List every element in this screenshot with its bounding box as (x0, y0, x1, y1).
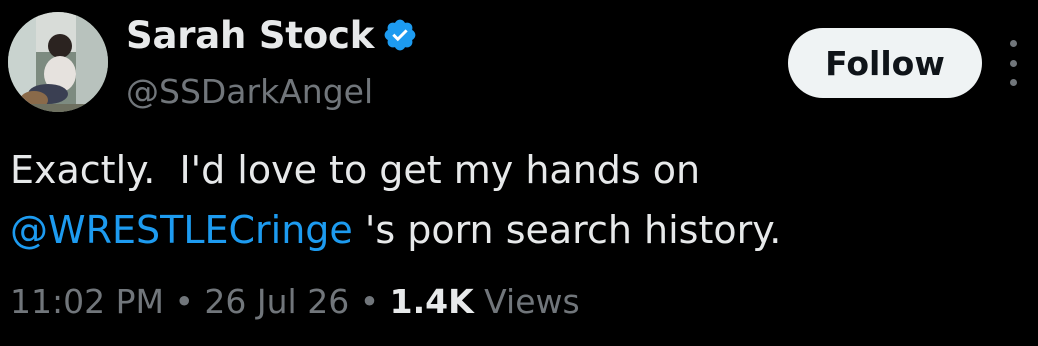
verified-badge-icon (384, 19, 416, 51)
avatar-photo (8, 12, 108, 112)
tweet-text: Exactly. I'd love to get my hands on @WR… (10, 140, 1020, 260)
tweet-card: Sarah Stock @SSDarkAngel Follow Exactly.… (0, 0, 1038, 346)
tweet-time[interactable]: 11:02 PM (10, 282, 164, 321)
tweet-meta: 11:02 PM • 26 Jul 26 • 1.4K Views (10, 282, 580, 321)
tweet-text-line1: Exactly. I'd love to get my hands on (10, 148, 701, 192)
author-display-name[interactable]: Sarah Stock (126, 14, 374, 57)
author-name-row: Sarah Stock (126, 12, 418, 58)
author-handle[interactable]: @SSDarkAngel (126, 72, 373, 111)
meta-separator: • (163, 282, 205, 321)
follow-button[interactable]: Follow (788, 28, 982, 98)
more-options-icon[interactable] (1000, 40, 1026, 86)
meta-separator: • (349, 282, 390, 321)
tweet-text-rest: 's porn search history. (352, 208, 782, 252)
more-dot (1009, 40, 1017, 47)
views-label: Views (473, 282, 580, 321)
mention-link[interactable]: @WRESTLECringe (10, 208, 353, 252)
more-dot (1009, 59, 1017, 67)
avatar[interactable] (8, 12, 108, 112)
more-dot (1009, 79, 1017, 86)
tweet-date[interactable]: 26 Jul 26 (204, 282, 349, 321)
views-count[interactable]: 1.4K (390, 282, 474, 321)
